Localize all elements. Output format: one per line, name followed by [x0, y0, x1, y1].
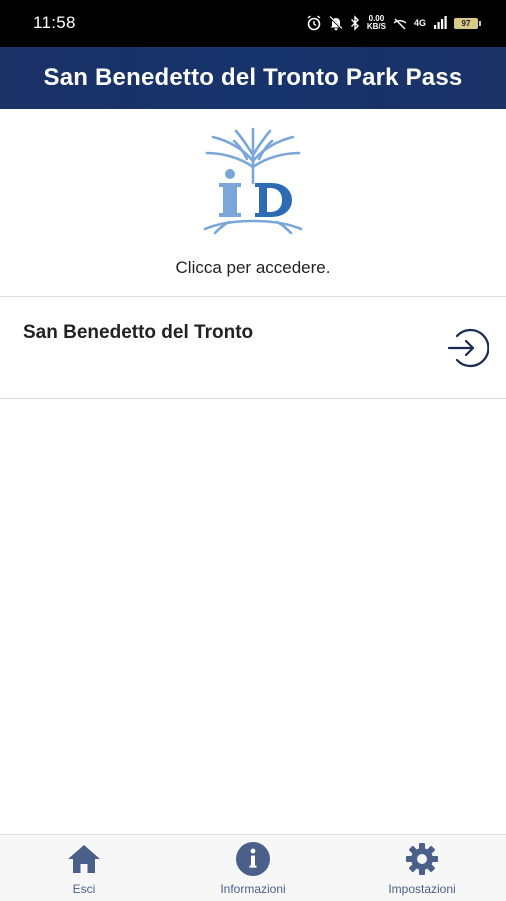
bottom-nav: Esci Informazioni Impostazioni [0, 834, 506, 901]
network-speed: 0.00 KB/S [366, 14, 386, 31]
divider-bottom [0, 398, 506, 399]
divider-top [0, 296, 506, 297]
entry-title: San Benedetto del Tronto [23, 322, 254, 343]
login-hint: Clicca per accedere. [175, 258, 331, 277]
app-bar: San Benedetto del Tronto Park Pass [0, 47, 506, 109]
info-icon [236, 842, 270, 876]
alarm-icon [307, 15, 321, 31]
bell-muted-icon [329, 16, 343, 31]
nav-informazioni[interactable]: Informazioni [169, 835, 337, 901]
signal-type: 4G [413, 18, 426, 28]
nav-esci-label: Esci [72, 882, 96, 896]
id-logo [203, 127, 303, 235]
bluetooth-icon [350, 15, 359, 31]
nav-impostazioni-label: Impostazioni [388, 882, 456, 896]
home-icon [68, 845, 100, 873]
nav-informazioni-label: Informazioni [220, 882, 286, 896]
gear-icon [406, 843, 438, 875]
status-icons: 0.00 KB/S 4G 97 [306, 12, 481, 34]
app-title: San Benedetto del Tronto Park Pass [43, 64, 463, 91]
status-time: 11:58 [33, 13, 76, 32]
wifi-slash-icon [393, 18, 407, 30]
login-arrow-icon[interactable] [445, 326, 489, 370]
status-bar: 11:58 0.00 KB/S 4G 97 [0, 0, 506, 47]
battery-icon: 97 [454, 17, 481, 29]
signal-icon [434, 16, 447, 29]
nav-esci[interactable]: Esci [0, 835, 168, 901]
nav-impostazioni[interactable]: Impostazioni [338, 835, 506, 901]
